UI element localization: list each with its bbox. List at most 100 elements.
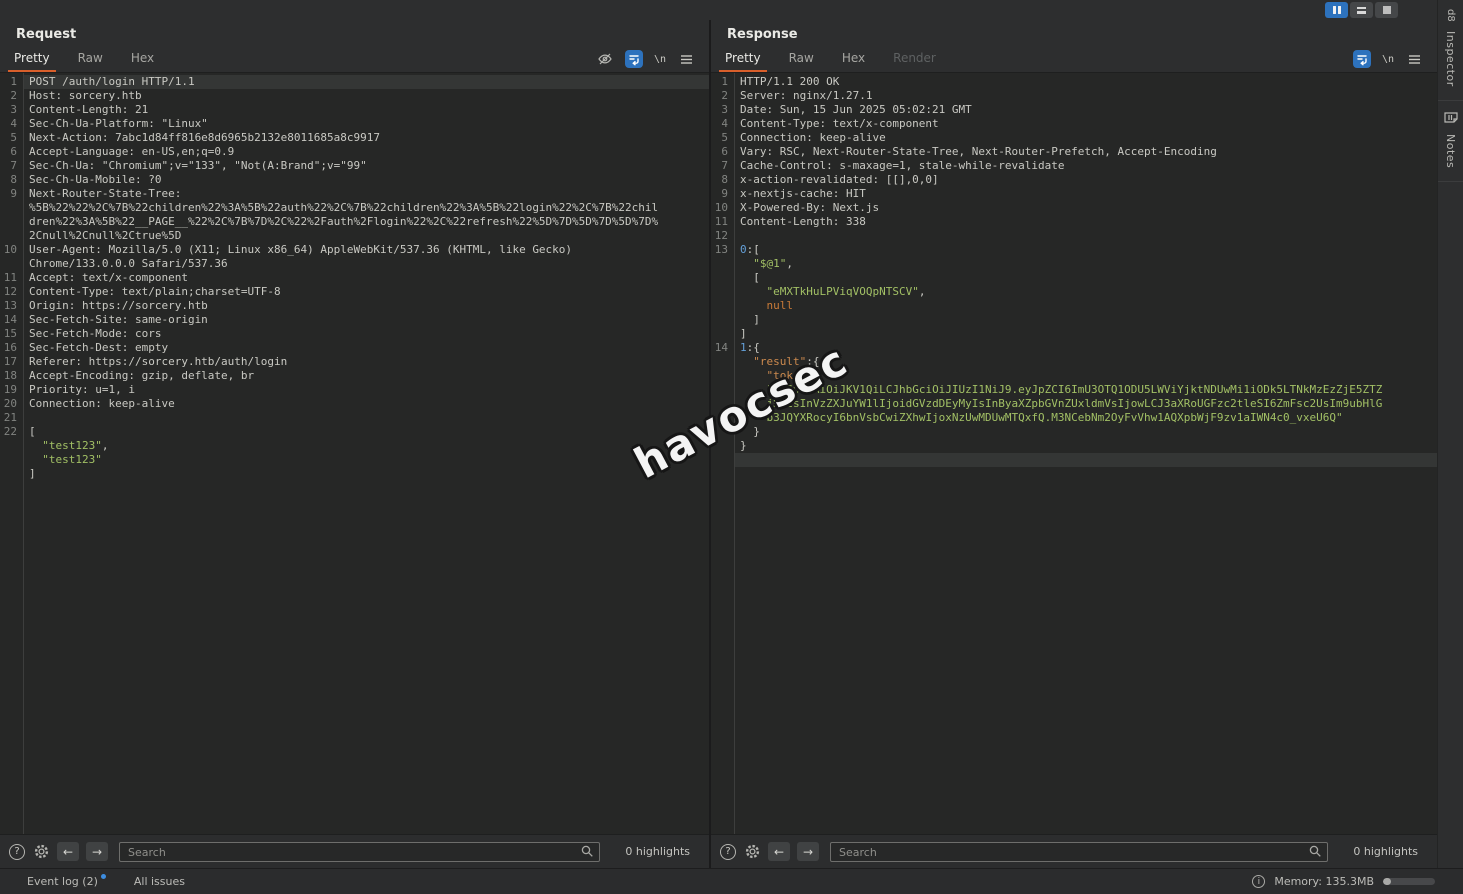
code-line[interactable]: 10X-Powered-By: Next.js (711, 201, 1437, 215)
code-line[interactable]: 6Accept-Language: en-US,en;q=0.9 (0, 145, 709, 159)
line-number: 20 (0, 397, 23, 411)
help-icon[interactable]: ? (9, 844, 25, 860)
event-log-button[interactable]: Event log (2) (27, 875, 106, 888)
request-search-input[interactable] (119, 842, 600, 862)
prev-match-button[interactable]: ← (57, 842, 79, 861)
response-tab-raw[interactable]: Raw (783, 46, 820, 72)
code-line[interactable]: Chrome/133.0.0.0 Safari/537.36 (0, 257, 709, 271)
code-line[interactable]: 21 (0, 411, 709, 425)
code-line[interactable]: 9x-nextjs-cache: HIT (711, 187, 1437, 201)
code-line[interactable]: 8Sec-Ch-Ua-Mobile: ?0 (0, 173, 709, 187)
line-number (0, 215, 23, 229)
layout-single-button[interactable] (1375, 2, 1398, 18)
response-prettify-button[interactable] (1353, 50, 1371, 68)
code-line[interactable]: 12Content-Type: text/plain;charset=UTF-8 (0, 285, 709, 299)
code-text: "test123" (23, 453, 709, 467)
code-line[interactable]: 11Accept: text/x-component (0, 271, 709, 285)
code-line[interactable]: 2Server: nginx/1.27.1 (711, 89, 1437, 103)
code-line[interactable]: ] (0, 467, 709, 481)
code-line[interactable] (711, 453, 1437, 467)
request-menu-button[interactable] (677, 50, 695, 68)
code-line[interactable]: 14Sec-Fetch-Site: same-origin (0, 313, 709, 327)
code-line[interactable]: 5Connection: keep-alive (711, 131, 1437, 145)
code-line[interactable]: %5B%22%22%2C%7B%22children%22%3A%5B%22au… (0, 201, 709, 215)
code-line[interactable]: "eMXTkHuLPViqVOQpNTSCV", (711, 285, 1437, 299)
hamburger-icon (680, 54, 693, 65)
code-line[interactable]: 13Origin: https://sorcery.htb (0, 299, 709, 313)
code-line[interactable]: 11Content-Length: 338 (711, 215, 1437, 229)
layout-columns-button[interactable] (1325, 2, 1348, 18)
code-line[interactable]: 19Priority: u=1, i (0, 383, 709, 397)
request-tab-pretty[interactable]: Pretty (8, 46, 56, 72)
response-menu-button[interactable] (1405, 50, 1423, 68)
hide-request-button[interactable] (596, 50, 614, 68)
response-tab-hex[interactable]: Hex (836, 46, 871, 72)
next-match-button[interactable]: → (797, 842, 819, 861)
code-line[interactable]: } (711, 439, 1437, 453)
code-line[interactable]: 22[ (0, 425, 709, 439)
response-tab-render[interactable]: Render (887, 46, 942, 72)
all-issues-button[interactable]: All issues (134, 875, 185, 888)
code-line[interactable]: [ (711, 271, 1437, 285)
code-text: ] (734, 313, 1437, 327)
code-line[interactable]: 130:[ (711, 243, 1437, 257)
code-line[interactable]: 18Accept-Encoding: gzip, deflate, br (0, 369, 709, 383)
code-line[interactable]: 8x-action-revalidated: [[],0,0] (711, 173, 1437, 187)
code-text: Sec-Ch-Ua-Platform: "Linux" (23, 117, 709, 131)
newline-toggle[interactable]: \n (1382, 54, 1394, 65)
line-number (711, 257, 734, 271)
columns-icon (1333, 6, 1341, 14)
code-line[interactable]: 10User-Agent: Mozilla/5.0 (X11; Linux x8… (0, 243, 709, 257)
code-line[interactable]: 5Next-Action: 7abc1d84ff816e8d6965b2132e… (0, 131, 709, 145)
code-line[interactable]: "test123" (0, 453, 709, 467)
search-settings-button[interactable] (32, 843, 50, 861)
code-line[interactable]: "$@1", (711, 257, 1437, 271)
code-line[interactable]: 1HTTP/1.1 200 OK (711, 75, 1437, 89)
code-line[interactable]: "test123", (0, 439, 709, 453)
code-line[interactable]: jNiIsInVzZXJuYW1lIjoidGVzdDEyMyIsInByaXZ… (711, 397, 1437, 411)
request-tab-hex[interactable]: Hex (125, 46, 160, 72)
code-line[interactable]: ] (711, 313, 1437, 327)
code-line[interactable]: null (711, 299, 1437, 313)
request-editor[interactable]: 1POST /auth/login HTTP/1.12Host: sorcery… (0, 72, 709, 834)
code-line[interactable]: b3JQYXRocyI6bnVsbCwiZXhwIjoxNzUwMDUwMTQx… (711, 411, 1437, 425)
code-line[interactable]: 4Content-Type: text/x-component (711, 117, 1437, 131)
code-line[interactable]: 1POST /auth/login HTTP/1.1 (0, 75, 709, 89)
layout-rows-button[interactable] (1350, 2, 1373, 18)
code-line[interactable]: 7Sec-Ch-Ua: "Chromium";v="133", "Not(A:B… (0, 159, 709, 173)
code-line[interactable]: 3Date: Sun, 15 Jun 2025 05:02:21 GMT (711, 103, 1437, 117)
code-line[interactable]: 3Content-Length: 21 (0, 103, 709, 117)
code-line[interactable]: ] (711, 327, 1437, 341)
code-line[interactable]: } (711, 425, 1437, 439)
code-text: Accept-Language: en-US,en;q=0.9 (23, 145, 709, 159)
code-line[interactable]: 15Sec-Fetch-Mode: cors (0, 327, 709, 341)
code-text: Next-Action: 7abc1d84ff816e8d6965b2132e8… (23, 131, 709, 145)
prev-match-button[interactable]: ← (768, 842, 790, 861)
code-line[interactable]: 6Vary: RSC, Next-Router-State-Tree, Next… (711, 145, 1437, 159)
code-text: ] (734, 327, 1437, 341)
sidebar-item-notes[interactable]: Notes (1438, 101, 1463, 182)
code-line[interactable]: 9Next-Router-State-Tree: (0, 187, 709, 201)
request-tab-raw[interactable]: Raw (72, 46, 109, 72)
code-line[interactable]: 2Cnull%2Cnull%2Ctrue%5D (0, 229, 709, 243)
request-prettify-button[interactable] (625, 50, 643, 68)
code-line[interactable]: 7Cache-Control: s-maxage=1, stale-while-… (711, 159, 1437, 173)
code-line[interactable]: 16Sec-Fetch-Dest: empty (0, 341, 709, 355)
line-number: 6 (0, 145, 23, 159)
response-search-input[interactable] (830, 842, 1328, 862)
response-tab-pretty[interactable]: Pretty (719, 46, 767, 72)
code-line[interactable]: 12 (711, 229, 1437, 243)
code-line[interactable]: 4Sec-Ch-Ua-Platform: "Linux" (0, 117, 709, 131)
request-tabs: Pretty Raw Hex \n (0, 46, 709, 72)
response-editor[interactable]: 1HTTP/1.1 200 OK2Server: nginx/1.27.13Da… (711, 72, 1437, 834)
code-line[interactable]: 17Referer: https://sorcery.htb/auth/logi… (0, 355, 709, 369)
code-line[interactable]: 2Host: sorcery.htb (0, 89, 709, 103)
code-line[interactable]: 20Connection: keep-alive (0, 397, 709, 411)
search-settings-button[interactable] (743, 843, 761, 861)
code-line[interactable]: dren%22%3A%5B%22__PAGE__%22%2C%7B%7D%2C%… (0, 215, 709, 229)
newline-toggle[interactable]: \n (654, 54, 666, 65)
sidebar-item-inspector[interactable]: d8 Inspector (1438, 0, 1463, 101)
help-icon[interactable]: ? (720, 844, 736, 860)
code-text: "eMXTkHuLPViqVOQpNTSCV", (734, 285, 1437, 299)
next-match-button[interactable]: → (86, 842, 108, 861)
